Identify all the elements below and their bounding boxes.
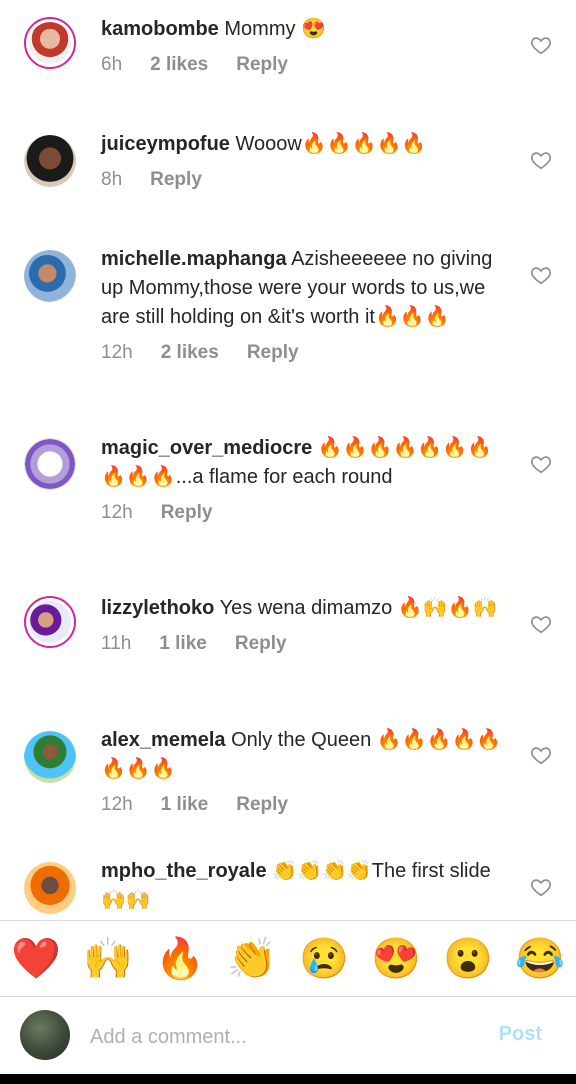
comment-item: mpho_the_royale 👏👏👏👏The first slide🙌🙌 bbox=[0, 0, 576, 918]
like-heart-icon[interactable] bbox=[530, 876, 552, 898]
reaction-clap-icon[interactable]: 👏 bbox=[227, 935, 277, 983]
reaction-fire-icon[interactable]: 🔥 bbox=[155, 935, 205, 983]
avatar[interactable] bbox=[24, 862, 76, 914]
quick-reaction-bar: ❤️ 🙌 🔥 👏 😢 😍 😮 😂 bbox=[0, 920, 576, 997]
reaction-heart-icon[interactable]: ❤️ bbox=[11, 935, 61, 983]
comment-text: mpho_the_royale 👏👏👏👏The first slide🙌🙌 bbox=[101, 857, 513, 915]
system-nav-bar bbox=[0, 1074, 576, 1084]
reaction-laughing-icon[interactable]: 😂 bbox=[515, 935, 565, 983]
post-button[interactable]: Post bbox=[499, 1023, 542, 1046]
comment-composer: Post bbox=[0, 996, 576, 1075]
reaction-crying-icon[interactable]: 😢 bbox=[299, 935, 349, 983]
reaction-raised-hands-icon[interactable]: 🙌 bbox=[83, 935, 133, 983]
current-user-avatar bbox=[20, 1010, 70, 1060]
comment-input[interactable] bbox=[88, 1019, 472, 1055]
reaction-surprised-icon[interactable]: 😮 bbox=[443, 935, 493, 983]
reaction-heart-eyes-icon[interactable]: 😍 bbox=[371, 935, 421, 983]
comment-username[interactable]: mpho_the_royale bbox=[101, 860, 267, 882]
